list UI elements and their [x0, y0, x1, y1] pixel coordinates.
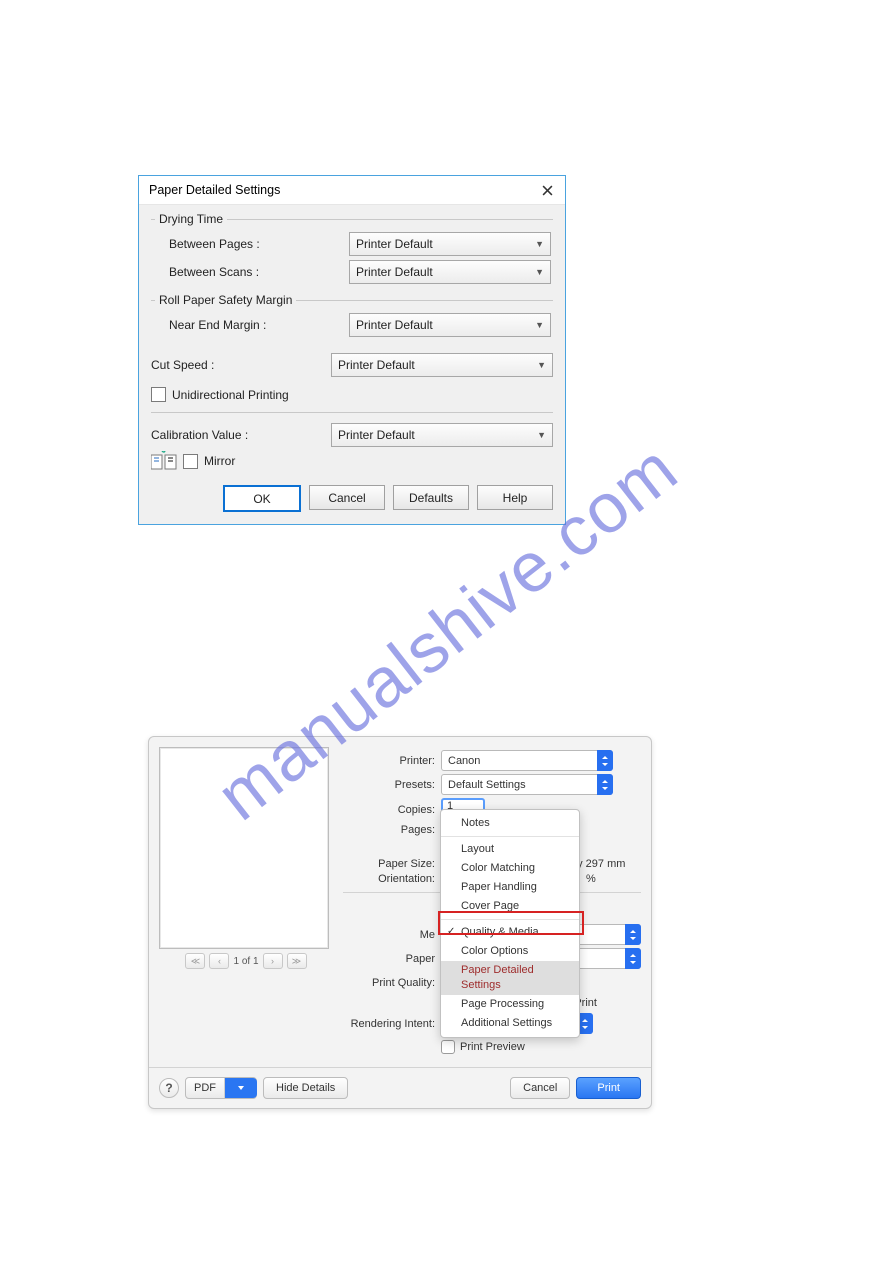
- calibration-combo[interactable]: Printer Default ▼: [331, 423, 553, 447]
- mirror-label: Mirror: [204, 454, 235, 468]
- ok-button[interactable]: OK: [223, 485, 301, 512]
- menu-item-cover-page[interactable]: Cover Page: [441, 897, 579, 916]
- near-end-margin-value: Printer Default: [356, 318, 433, 332]
- titlebar: Paper Detailed Settings: [139, 176, 565, 205]
- updown-icon: [625, 924, 641, 945]
- chevron-down-icon: ▼: [535, 267, 544, 277]
- between-scans-value: Printer Default: [356, 265, 433, 279]
- papersize-label: Paper Size:: [343, 858, 441, 870]
- hide-details-button[interactable]: Hide Details: [263, 1077, 348, 1099]
- cut-speed-combo[interactable]: Printer Default ▼: [331, 353, 553, 377]
- nav-first-button[interactable]: ≪: [185, 953, 205, 969]
- cancel-button[interactable]: Cancel: [309, 485, 385, 510]
- macos-print-dialog: ≪ ‹ 1 of 1 › ≫ Printer: Canon Presets: D…: [148, 736, 652, 1109]
- panel-dropdown-menu: Notes Layout Color Matching Paper Handli…: [440, 809, 580, 1038]
- menu-item-paper-detailed[interactable]: Paper Detailed Settings: [441, 961, 579, 995]
- pages-label: Pages:: [343, 824, 441, 836]
- print-preview-label: Print Preview: [460, 1041, 525, 1053]
- chevron-down-icon: ▼: [535, 320, 544, 330]
- printer-value: Canon: [448, 755, 480, 767]
- updown-icon: [625, 948, 641, 969]
- media-label: Me: [343, 929, 441, 941]
- roll-paper-group: Roll Paper Safety Margin Near End Margin…: [151, 300, 553, 345]
- chevron-down-icon: ▼: [537, 430, 546, 440]
- menu-item-page-processing[interactable]: Page Processing: [441, 995, 579, 1014]
- help-button[interactable]: ?: [159, 1078, 179, 1098]
- preview-page-nav: ≪ ‹ 1 of 1 › ≫: [159, 953, 333, 969]
- dialog-title: Paper Detailed Settings: [149, 183, 280, 197]
- page-indicator: 1 of 1: [233, 956, 258, 967]
- menu-item-additional[interactable]: Additional Settings: [441, 1014, 579, 1033]
- chevron-down-icon: [224, 1078, 257, 1098]
- print-preview-thumbnail: [159, 747, 329, 949]
- unidirectional-label: Unidirectional Printing: [172, 388, 289, 402]
- orientation-label: Orientation:: [343, 873, 441, 885]
- chevron-down-icon: ▼: [537, 360, 546, 370]
- menu-item-notes[interactable]: Notes: [441, 814, 579, 833]
- close-button[interactable]: [533, 179, 561, 201]
- nav-next-button[interactable]: ›: [263, 953, 283, 969]
- between-scans-label: Between Scans :: [153, 265, 349, 279]
- print-button[interactable]: Print: [576, 1077, 641, 1099]
- printer-label: Printer:: [343, 755, 441, 767]
- orientation-suffix: %: [586, 873, 596, 885]
- nav-prev-button[interactable]: ‹: [209, 953, 229, 969]
- menu-item-color-matching[interactable]: Color Matching: [441, 859, 579, 878]
- copies-label: Copies:: [343, 804, 441, 816]
- roll-paper-legend: Roll Paper Safety Margin: [155, 293, 296, 307]
- defaults-button[interactable]: Defaults: [393, 485, 469, 510]
- between-pages-combo[interactable]: Printer Default ▼: [349, 232, 551, 256]
- updown-icon: [597, 774, 613, 795]
- printer-select[interactable]: Canon: [441, 750, 613, 771]
- paper-detailed-settings-dialog: Paper Detailed Settings Drying Time Betw…: [138, 175, 566, 525]
- close-icon: [542, 185, 553, 196]
- presets-label: Presets:: [343, 779, 441, 791]
- papersource-label: Paper: [343, 953, 441, 965]
- pdf-label: PDF: [186, 1082, 224, 1094]
- cut-speed-value: Printer Default: [338, 358, 415, 372]
- menu-item-layout[interactable]: Layout: [441, 840, 579, 859]
- help-button[interactable]: Help: [477, 485, 553, 510]
- pdf-dropdown[interactable]: PDF: [185, 1077, 257, 1099]
- updown-icon: [597, 750, 613, 771]
- mirror-checkbox[interactable]: [183, 454, 198, 469]
- print-preview-checkbox[interactable]: [441, 1040, 455, 1054]
- drying-time-group: Drying Time Between Pages : Printer Defa…: [151, 219, 553, 292]
- cancel-button[interactable]: Cancel: [510, 1077, 570, 1099]
- menu-item-quality-media[interactable]: Quality & Media: [441, 923, 579, 942]
- nav-last-button[interactable]: ≫: [287, 953, 307, 969]
- between-scans-combo[interactable]: Printer Default ▼: [349, 260, 551, 284]
- menu-item-color-options[interactable]: Color Options: [441, 942, 579, 961]
- calibration-label: Calibration Value :: [151, 428, 331, 442]
- near-end-margin-combo[interactable]: Printer Default ▼: [349, 313, 551, 337]
- presets-value: Default Settings: [448, 779, 526, 791]
- calibration-value: Printer Default: [338, 428, 415, 442]
- mirror-icon: [151, 451, 177, 471]
- unidirectional-checkbox[interactable]: [151, 387, 166, 402]
- cut-speed-label: Cut Speed :: [151, 358, 331, 372]
- quality-label: Print Quality:: [343, 977, 441, 989]
- between-pages-label: Between Pages :: [153, 237, 349, 251]
- drying-time-legend: Drying Time: [155, 212, 227, 226]
- presets-select[interactable]: Default Settings: [441, 774, 613, 795]
- between-pages-value: Printer Default: [356, 237, 433, 251]
- rendering-label: Rendering Intent:: [343, 1018, 441, 1030]
- chevron-down-icon: ▼: [535, 239, 544, 249]
- menu-item-paper-handling[interactable]: Paper Handling: [441, 878, 579, 897]
- near-end-margin-label: Near End Margin :: [153, 318, 349, 332]
